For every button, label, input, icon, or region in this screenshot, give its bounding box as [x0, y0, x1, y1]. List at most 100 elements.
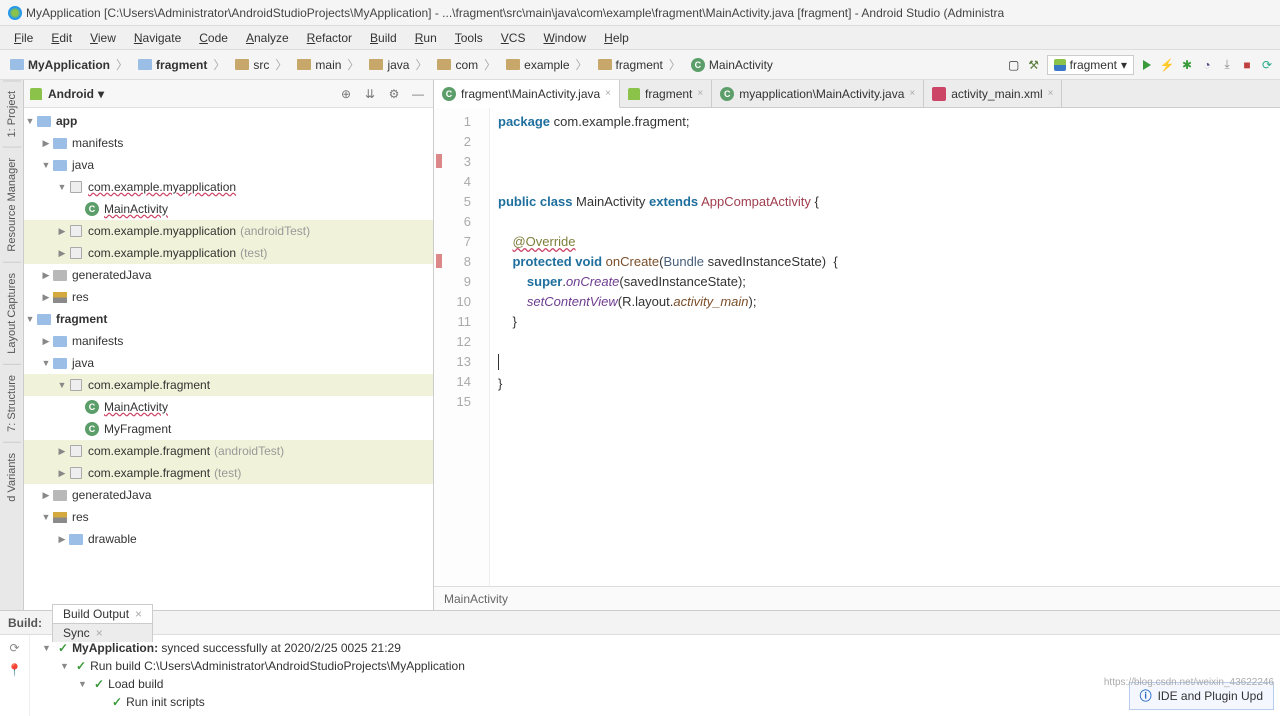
tree-node-java[interactable]: ▼java: [24, 154, 433, 176]
sidebar-tab-resource-manager[interactable]: Resource Manager: [3, 147, 21, 262]
code-line[interactable]: setContentView(R.layout.activity_main);: [498, 292, 1272, 312]
tree-node-generatedjava[interactable]: ▶generatedJava: [24, 484, 433, 506]
tree-twisty-icon[interactable]: ▼: [24, 116, 36, 126]
breadcrumb-example[interactable]: example〉: [502, 54, 591, 75]
code-line[interactable]: [498, 352, 1272, 374]
close-tab-icon[interactable]: ×: [605, 88, 611, 99]
twisty-icon[interactable]: [96, 693, 108, 711]
tree-twisty-icon[interactable]: ▶: [56, 534, 68, 545]
editor-tab-myapplication-mainactivity-java[interactable]: Cmyapplication\MainActivity.java×: [712, 80, 924, 107]
attach-debugger-icon[interactable]: ⤓: [1220, 58, 1234, 72]
code-line[interactable]: }: [498, 312, 1272, 332]
tree-node-drawable[interactable]: ▶drawable: [24, 528, 433, 550]
menu-refactor[interactable]: Refactor: [299, 28, 360, 48]
build-row[interactable]: ✓Run init scripts: [38, 693, 1272, 711]
menu-window[interactable]: Window: [535, 28, 594, 48]
menu-analyze[interactable]: Analyze: [238, 28, 297, 48]
close-tab-icon[interactable]: ×: [1048, 88, 1054, 99]
project-tree[interactable]: ▼app▶manifests▼java▼com.example.myapplic…: [24, 108, 433, 610]
hammer-build-icon[interactable]: ⚒: [1027, 58, 1041, 72]
debug-button[interactable]: ✱: [1180, 58, 1194, 72]
tree-twisty-icon[interactable]: ▼: [40, 160, 52, 170]
twisty-icon[interactable]: ▼: [78, 675, 90, 693]
tree-twisty-icon[interactable]: ▶: [56, 248, 68, 259]
close-tab-icon[interactable]: ×: [697, 88, 703, 99]
sidebar-tab-7-structure[interactable]: 7: Structure: [3, 364, 21, 442]
tree-twisty-icon[interactable]: ▶: [40, 336, 52, 347]
gear-icon[interactable]: ⚙: [385, 85, 403, 103]
code-line[interactable]: [498, 394, 1272, 414]
collapse-all-icon[interactable]: ⇊: [361, 85, 379, 103]
tree-twisty-icon[interactable]: ▼: [24, 314, 36, 324]
editor-breadcrumb-item[interactable]: MainActivity: [444, 592, 508, 606]
close-build-tab-icon[interactable]: ×: [135, 607, 142, 621]
menu-vcs[interactable]: VCS: [493, 28, 534, 48]
code-line[interactable]: }: [498, 374, 1272, 394]
menu-tools[interactable]: Tools: [447, 28, 491, 48]
run-button[interactable]: [1140, 58, 1154, 72]
code-line[interactable]: [498, 332, 1272, 352]
editor-tab-fragment-mainactivity-java[interactable]: Cfragment\MainActivity.java×: [434, 80, 620, 108]
menu-build[interactable]: Build: [362, 28, 405, 48]
menu-view[interactable]: View: [82, 28, 124, 48]
tree-node-com-example-myapplication[interactable]: ▶com.example.myapplication(test): [24, 242, 433, 264]
breadcrumb-fragment[interactable]: fragment〉: [594, 54, 685, 75]
tree-node-myfragment[interactable]: CMyFragment: [24, 418, 433, 440]
tree-twisty-icon[interactable]: ▼: [56, 182, 68, 192]
code-line[interactable]: [498, 132, 1272, 152]
project-view-selector[interactable]: Android ▾: [48, 87, 104, 101]
apply-changes-icon[interactable]: ⚡: [1160, 58, 1174, 72]
tree-twisty-icon[interactable]: ▶: [56, 226, 68, 237]
menu-code[interactable]: Code: [191, 28, 236, 48]
editor-tab-fragment[interactable]: fragment×: [620, 80, 712, 107]
sidebar-tab-1-project[interactable]: 1: Project: [3, 80, 21, 147]
sidebar-tab-d-variants[interactable]: d Variants: [3, 442, 21, 512]
code-line[interactable]: public class MainActivity extends AppCom…: [498, 192, 1272, 212]
profile-button[interactable]: ◔: [1200, 58, 1214, 72]
tree-twisty-icon[interactable]: ▶: [40, 270, 52, 281]
tree-node-res[interactable]: ▶res: [24, 286, 433, 308]
code-line[interactable]: super.onCreate(savedInstanceState);: [498, 272, 1272, 292]
code-content[interactable]: package com.example.fragment; public cla…: [490, 108, 1280, 586]
device-target-icon[interactable]: ▢: [1007, 58, 1021, 72]
tree-node-mainactivity[interactable]: CMainActivity: [24, 396, 433, 418]
code-editor[interactable]: 123456789101112131415 package com.exampl…: [434, 108, 1280, 586]
tree-node-com-example-fragment[interactable]: ▶com.example.fragment(androidTest): [24, 440, 433, 462]
tree-twisty-icon[interactable]: ▶: [56, 446, 68, 457]
build-tab-build-output[interactable]: Build Output×: [52, 604, 153, 623]
code-line[interactable]: [498, 212, 1272, 232]
tree-twisty-icon[interactable]: ▼: [40, 358, 52, 368]
tree-node-java[interactable]: ▼java: [24, 352, 433, 374]
code-line[interactable]: @Override: [498, 232, 1272, 252]
tree-node-com-example-myapplication[interactable]: ▼com.example.myapplication: [24, 176, 433, 198]
tree-twisty-icon[interactable]: ▶: [40, 490, 52, 501]
editor-tab-activity-main-xml[interactable]: activity_main.xml×: [924, 80, 1062, 107]
sidebar-tab-layout-captures[interactable]: Layout Captures: [3, 262, 21, 364]
code-line[interactable]: [498, 152, 1272, 172]
menu-edit[interactable]: Edit: [43, 28, 80, 48]
breadcrumb-java[interactable]: java〉: [365, 54, 431, 75]
code-line[interactable]: protected void onCreate(Bundle savedInst…: [498, 252, 1272, 272]
tree-node-com-example-fragment[interactable]: ▼com.example.fragment: [24, 374, 433, 396]
menu-help[interactable]: Help: [596, 28, 637, 48]
tree-twisty-icon[interactable]: ▼: [40, 512, 52, 522]
breadcrumb-fragment[interactable]: fragment〉: [134, 54, 229, 75]
code-line[interactable]: [498, 172, 1272, 192]
build-row[interactable]: ▼✓Run build C:\Users\Administrator\Andro…: [38, 657, 1272, 675]
pin-icon[interactable]: 📍: [7, 663, 22, 677]
tree-node-res[interactable]: ▼res: [24, 506, 433, 528]
menu-navigate[interactable]: Navigate: [126, 28, 189, 48]
breadcrumb-src[interactable]: src〉: [231, 54, 291, 75]
build-row[interactable]: ▼✓Load build: [38, 675, 1272, 693]
tree-twisty-icon[interactable]: ▼: [56, 380, 68, 390]
restart-daemon-icon[interactable]: ⟳: [9, 641, 19, 655]
breadcrumb-mainactivity[interactable]: CMainActivity: [687, 56, 777, 74]
breadcrumb-main[interactable]: main〉: [293, 54, 363, 75]
tree-node-app[interactable]: ▼app: [24, 110, 433, 132]
menu-file[interactable]: File: [6, 28, 41, 48]
close-tab-icon[interactable]: ×: [909, 88, 915, 99]
breadcrumb-myapplication[interactable]: MyApplication〉: [6, 54, 132, 75]
twisty-icon[interactable]: ▼: [42, 639, 54, 657]
stop-button[interactable]: ■: [1240, 58, 1254, 72]
tree-node-fragment[interactable]: ▼fragment: [24, 308, 433, 330]
